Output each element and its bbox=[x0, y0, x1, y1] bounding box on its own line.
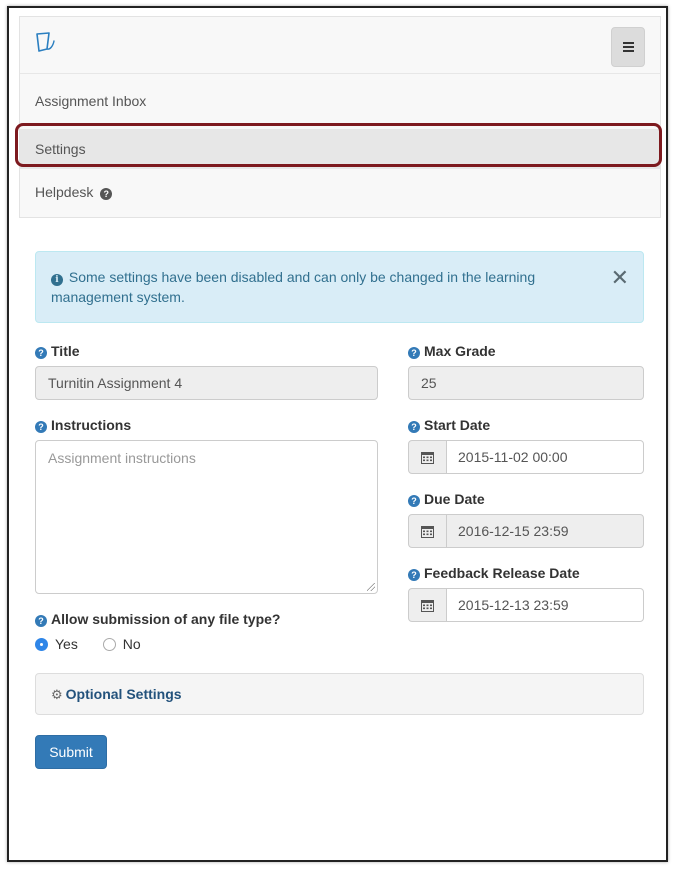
start-date-label: ? Start Date bbox=[408, 417, 490, 433]
app-frame: Assignment Inbox Settings Helpdesk ? i S… bbox=[7, 6, 668, 862]
nav-item-assignment-inbox[interactable]: Assignment Inbox bbox=[20, 83, 660, 119]
nav-item-label: Assignment Inbox bbox=[35, 93, 147, 109]
file-type-label: ? Allow submission of any file type? bbox=[35, 611, 280, 627]
start-date-picker[interactable]: 2015-11-02 00:00 bbox=[408, 440, 644, 474]
calendar-icon[interactable] bbox=[408, 514, 447, 548]
title-field[interactable]: Turnitin Assignment 4 bbox=[35, 366, 378, 400]
gear-icon: ⚙ bbox=[51, 688, 63, 703]
instructions-label: ? Instructions bbox=[35, 417, 131, 433]
help-icon[interactable]: ? bbox=[408, 495, 420, 507]
calendar-icon[interactable] bbox=[408, 440, 447, 474]
radio-yes[interactable]: Yes bbox=[35, 636, 82, 652]
radio-no[interactable]: No bbox=[102, 636, 141, 652]
nav-item-settings[interactable]: Settings bbox=[20, 129, 660, 169]
help-icon[interactable]: ? bbox=[408, 569, 420, 581]
help-icon[interactable]: ? bbox=[35, 347, 47, 359]
navbar-header bbox=[20, 17, 660, 74]
max-grade-field[interactable]: 25 bbox=[408, 366, 644, 400]
nav-item-label: Helpdesk bbox=[35, 184, 94, 200]
radio-button[interactable] bbox=[102, 638, 116, 651]
help-icon: ? bbox=[100, 188, 113, 200]
file-type-radio-group: Yes No bbox=[35, 636, 141, 652]
feedback-release-date-input[interactable]: 2015-12-13 23:59 bbox=[446, 588, 644, 622]
close-icon[interactable]: ✕ bbox=[611, 268, 629, 290]
alert-message: Some settings have been disabled and can… bbox=[51, 269, 536, 305]
info-alert: i Some settings have been disabled and c… bbox=[35, 251, 644, 323]
radio-button-selected[interactable] bbox=[35, 638, 48, 651]
help-icon[interactable]: ? bbox=[35, 615, 47, 627]
due-date-picker[interactable]: 2016-12-15 23:59 bbox=[408, 514, 644, 548]
nav-item-label: Settings bbox=[35, 141, 86, 157]
help-icon[interactable]: ? bbox=[408, 421, 420, 433]
submit-button[interactable]: Submit bbox=[35, 735, 107, 769]
hamburger-menu-icon[interactable] bbox=[611, 27, 645, 67]
feedback-release-date-picker[interactable]: 2015-12-13 23:59 bbox=[408, 588, 644, 622]
due-date-input[interactable]: 2016-12-15 23:59 bbox=[446, 514, 644, 548]
info-icon: i bbox=[51, 274, 63, 286]
help-icon[interactable]: ? bbox=[408, 347, 420, 359]
feedback-release-date-label: ? Feedback Release Date bbox=[408, 565, 580, 581]
turnitin-logo-icon[interactable] bbox=[34, 31, 56, 55]
start-date-input[interactable]: 2015-11-02 00:00 bbox=[446, 440, 644, 474]
nav-panel: Assignment Inbox Settings Helpdesk ? bbox=[19, 16, 661, 218]
due-date-label: ? Due Date bbox=[408, 491, 485, 507]
optional-settings-toggle[interactable]: ⚙ Optional Settings bbox=[35, 673, 644, 715]
max-grade-label: ? Max Grade bbox=[408, 343, 496, 359]
calendar-icon[interactable] bbox=[408, 588, 447, 622]
nav-item-helpdesk[interactable]: Helpdesk ? bbox=[20, 174, 660, 210]
instructions-textarea[interactable] bbox=[35, 440, 378, 594]
title-label: ? Title bbox=[35, 343, 80, 359]
help-icon[interactable]: ? bbox=[35, 421, 47, 433]
